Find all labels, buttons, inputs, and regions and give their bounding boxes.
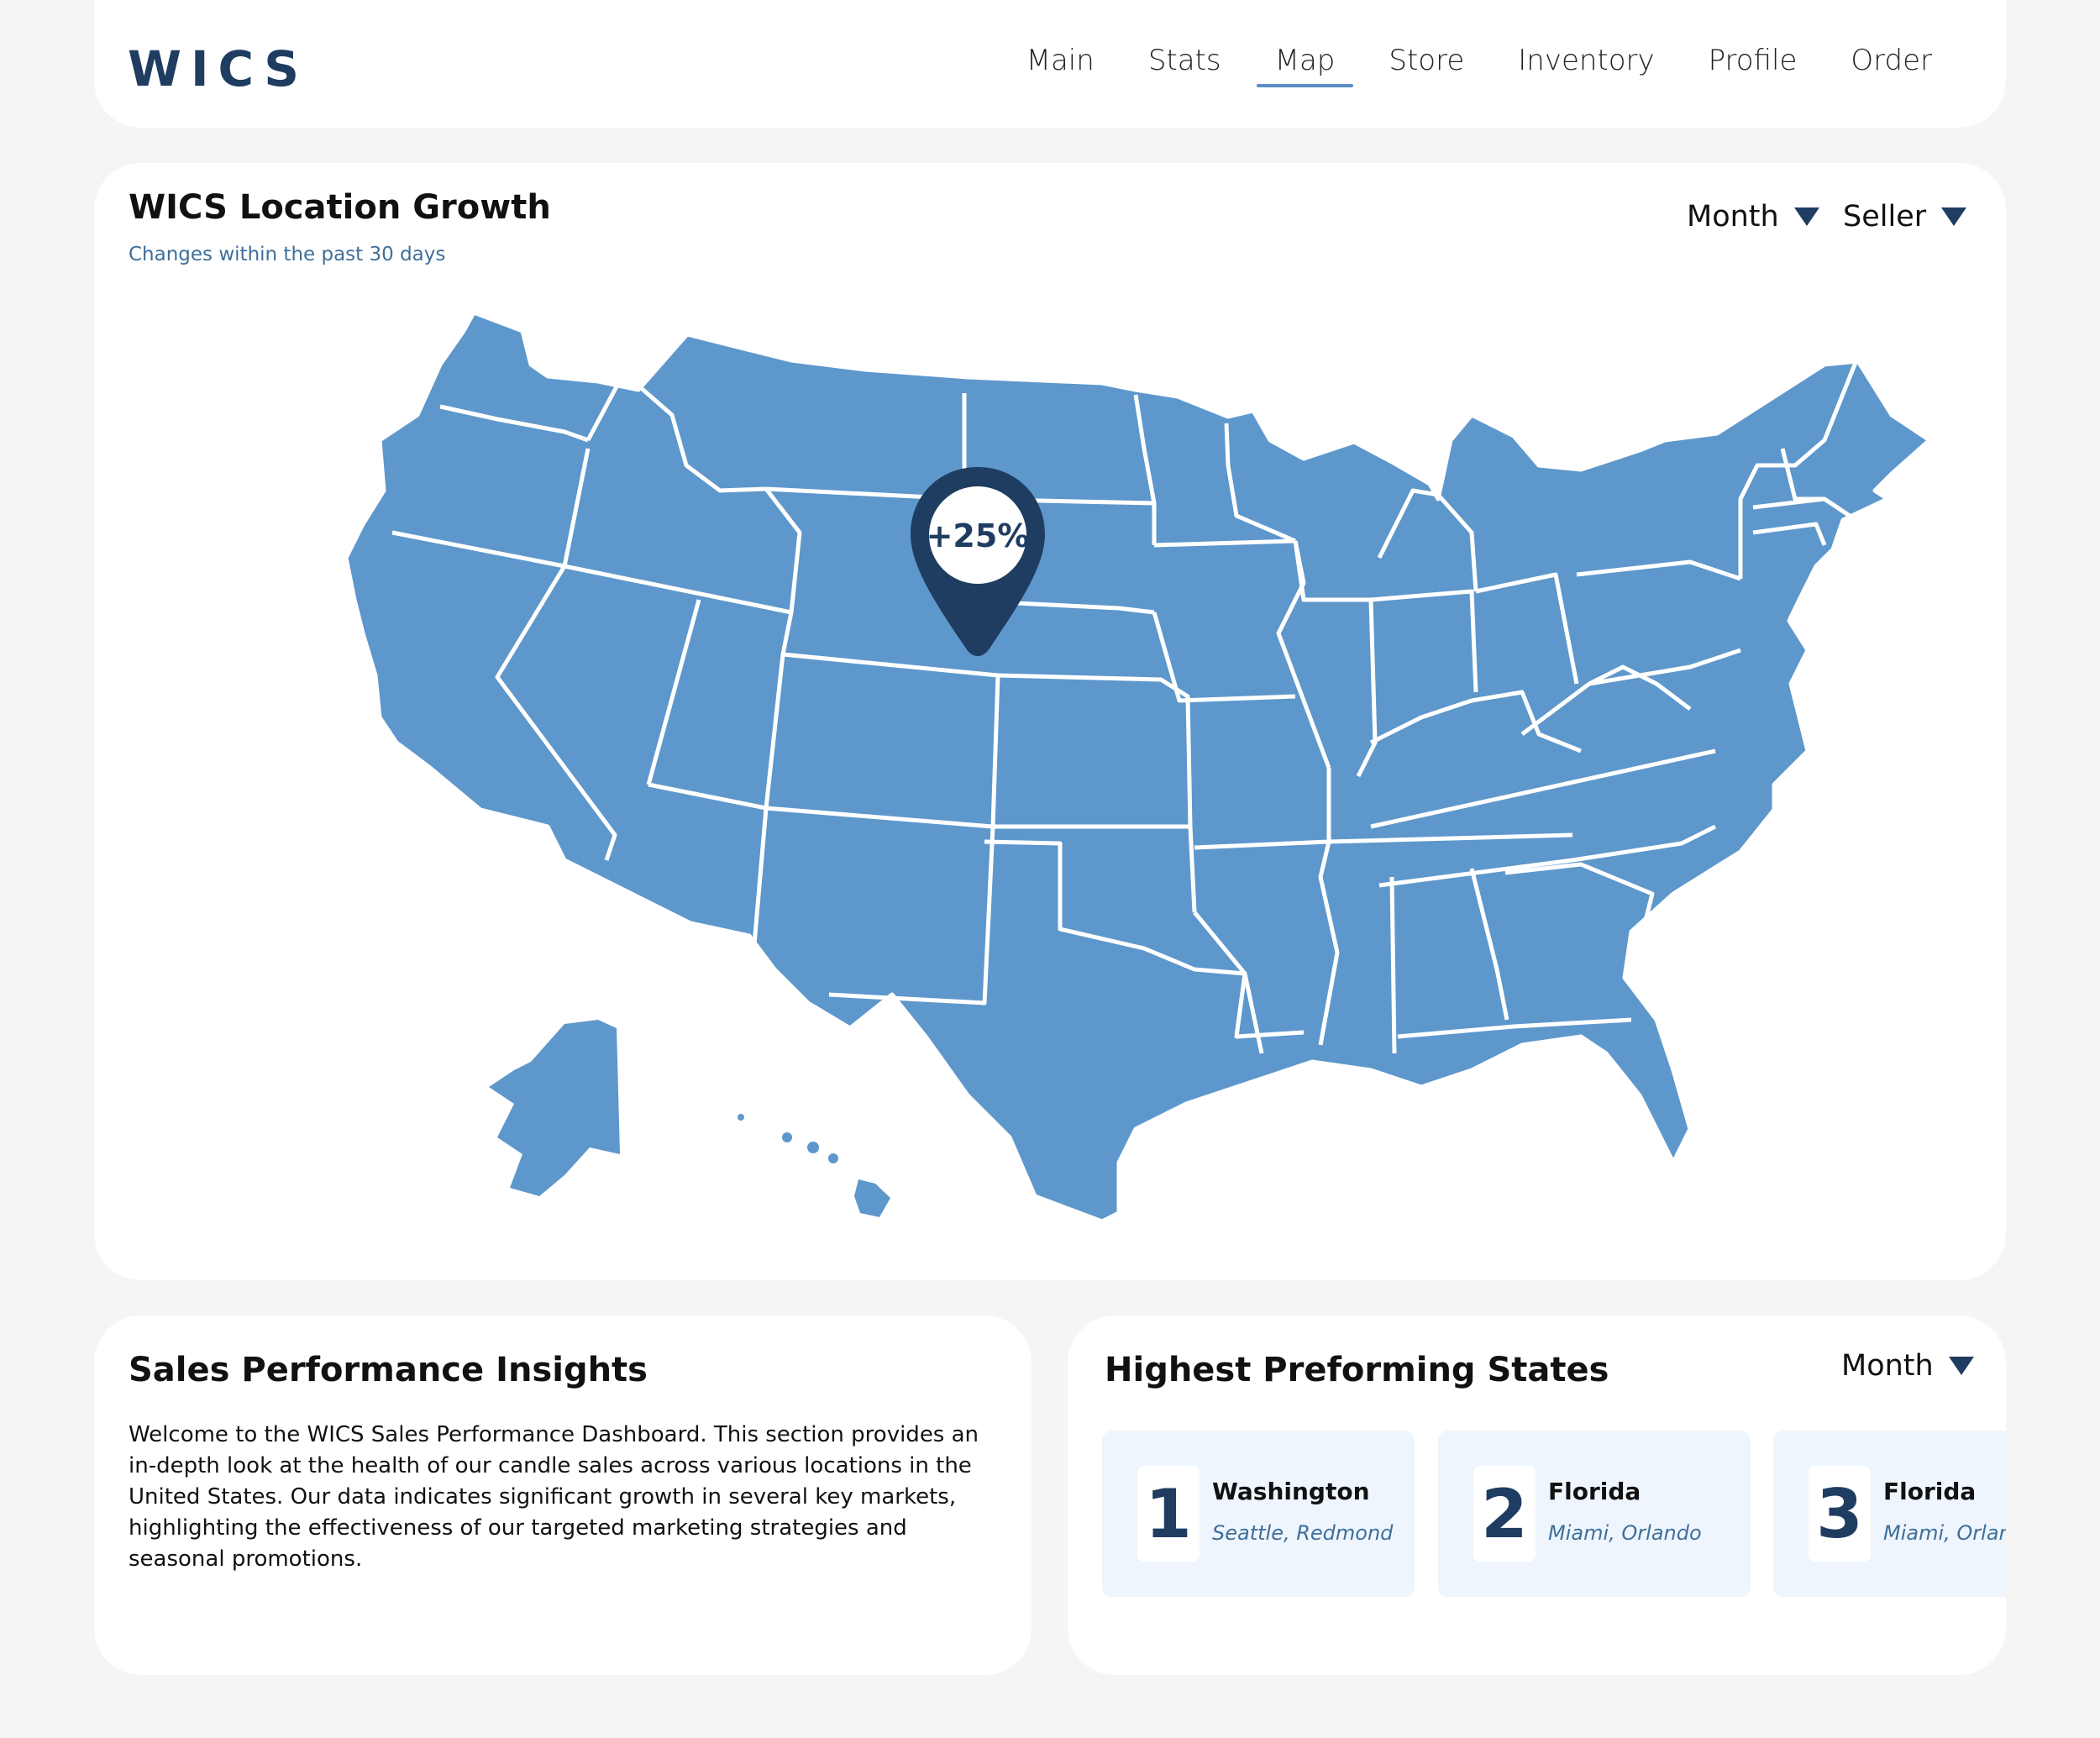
sales-insights-title: Sales Performance Insights [129, 1351, 648, 1389]
state-card-3[interactable]: 3 Florida Miami, Orlando [1773, 1431, 2006, 1597]
nav-stats[interactable]: Stats [1145, 44, 1225, 86]
top-states-card: Highest Preforming States Month 1 Washin… [1068, 1315, 2006, 1675]
nav-main[interactable]: Main [1023, 44, 1098, 86]
nav-profile[interactable]: Profile [1705, 44, 1801, 86]
sales-insights-card: Sales Performance Insights Welcome to th… [94, 1315, 1032, 1675]
state-card-2[interactable]: 2 Florida Miami, Orlando [1438, 1431, 1751, 1597]
nav-map[interactable]: Map [1256, 44, 1354, 87]
us-states-map[interactable]: +25% [94, 163, 2006, 1280]
state-cities: Seattle, Redmond [1212, 1521, 1394, 1545]
border-ms-al [1389, 876, 1397, 1054]
state-card-1[interactable]: 1 Washington Seattle, Redmond [1102, 1431, 1415, 1597]
nav-inventory[interactable]: Inventory [1515, 44, 1657, 86]
growth-marker-value: +25% [927, 517, 1030, 554]
rank-badge: 2 [1473, 1466, 1536, 1562]
sales-insights-body: Welcome to the WICS Sales Performance Da… [129, 1422, 979, 1572]
top-states-month-dropdown[interactable]: Month [1841, 1349, 1974, 1383]
state-name: Washington [1212, 1478, 1370, 1505]
nav-store[interactable]: Store [1385, 44, 1467, 86]
state-name: Florida [1883, 1478, 1977, 1505]
state-cities: Miami, Orlando [1883, 1521, 2006, 1545]
chevron-down-icon [1948, 1357, 1974, 1375]
rank-badge: 1 [1137, 1466, 1200, 1562]
location-growth-card: WICS Location Growth Changes within the … [94, 163, 2006, 1280]
wics-logo[interactable]: WICS [128, 40, 308, 97]
state-cities: Miami, Orlando [1548, 1521, 1702, 1545]
state-name: Florida [1548, 1478, 1641, 1505]
alaska-shape [489, 1020, 620, 1196]
top-navigation-bar: WICS Main Stats Map Store Inventory Prof… [94, 0, 2006, 128]
main-nav: Main Stats Map Store Inventory Profile O… [1023, 44, 1935, 87]
rank-badge: 3 [1809, 1466, 1871, 1562]
nav-order[interactable]: Order [1847, 44, 1935, 86]
top-states-title: Highest Preforming States [1105, 1351, 1609, 1389]
hawaii-islands [738, 1114, 890, 1217]
top-states-month-label: Month [1841, 1349, 1934, 1383]
